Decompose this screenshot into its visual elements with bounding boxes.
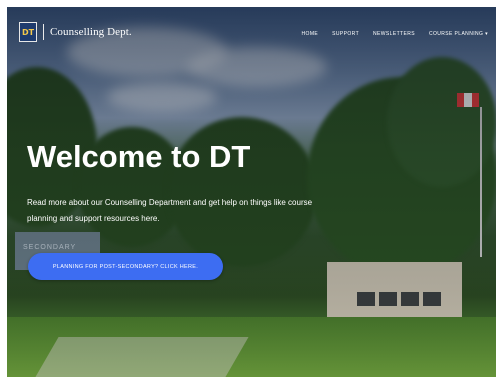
brand-name: Counselling Dept. xyxy=(50,26,132,38)
brand[interactable]: DT Counselling Dept. xyxy=(19,22,132,42)
hero-subtitle: Read more about our Counselling Departme… xyxy=(27,198,313,223)
nav-links: HOME SUPPORT NEWSLETTERS COURSE PLANNING… xyxy=(302,31,488,37)
nav-link-newsletters[interactable]: NEWSLETTERS xyxy=(373,31,415,37)
top-navbar: DT Counselling Dept. HOME SUPPORT NEWSLE… xyxy=(7,7,496,47)
school-crest-icon: DT xyxy=(19,22,37,42)
post-secondary-cta-button[interactable]: PLANNING FOR POST-SECONDARY? CLICK HERE. xyxy=(28,253,223,280)
brand-divider xyxy=(43,24,44,40)
hero-background-image: SECONDARY xyxy=(7,7,496,377)
page-frame: SECONDARY DT Counselling Dept. HOME SUPP… xyxy=(7,7,496,377)
nav-link-home[interactable]: HOME xyxy=(302,31,319,37)
nav-link-support[interactable]: SUPPORT xyxy=(332,31,359,37)
nav-link-course-planning[interactable]: COURSE PLANNING ▾ xyxy=(429,31,488,37)
hero-title: Welcome to DT xyxy=(27,139,251,174)
